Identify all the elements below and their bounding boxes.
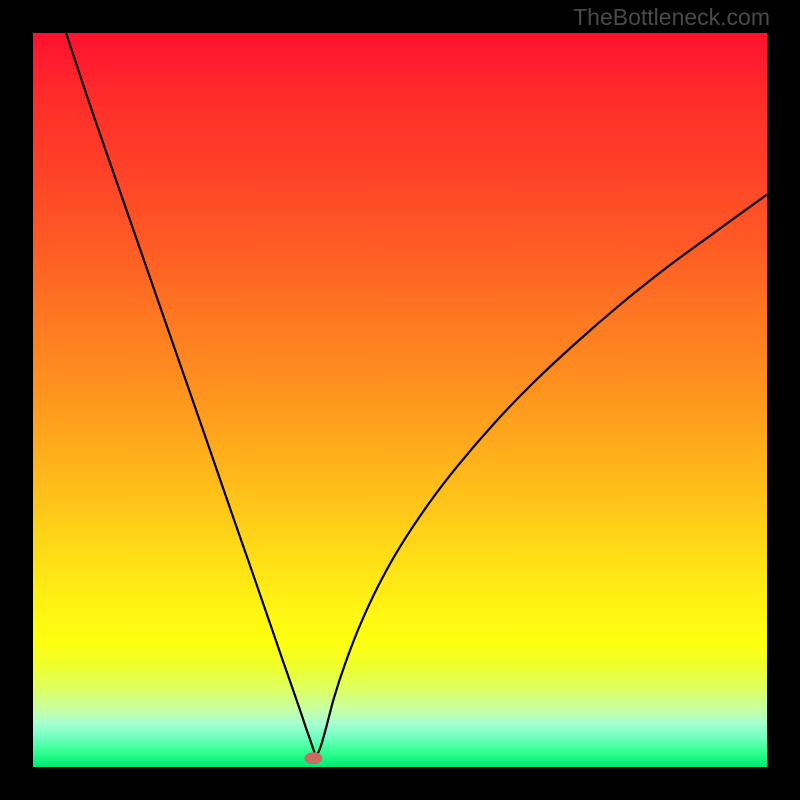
chart-svg xyxy=(33,33,767,767)
bottleneck-curve xyxy=(66,33,767,755)
chart-plot-area xyxy=(33,33,767,767)
optimal-point-marker xyxy=(304,752,322,764)
attribution-text: TheBottleneck.com xyxy=(573,4,770,31)
